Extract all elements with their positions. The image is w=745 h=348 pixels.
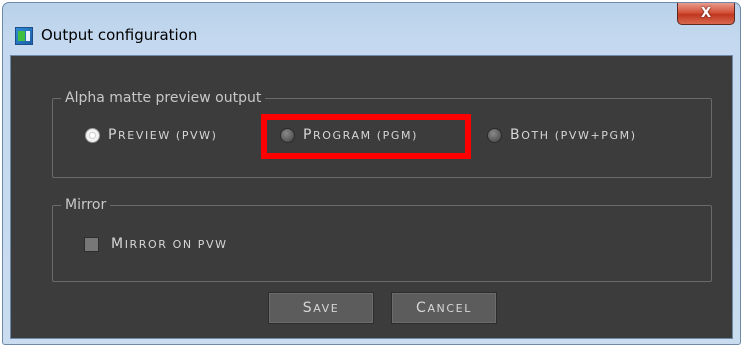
- radio-both[interactable]: Both (PVW+PGM): [487, 127, 637, 143]
- alpha-matte-legend: Alpha matte preview output: [61, 89, 266, 107]
- close-button[interactable]: X: [677, 3, 735, 25]
- save-button-label: Save: [302, 300, 340, 316]
- radio-program-indicator[interactable]: [280, 127, 295, 143]
- radio-preview-pvw[interactable]: Preview (PVW): [85, 127, 218, 143]
- save-button[interactable]: Save: [268, 292, 374, 324]
- radio-program-pgm[interactable]: Program (PGM): [280, 127, 418, 143]
- radio-preview-indicator[interactable]: [85, 127, 100, 143]
- radio-preview-label: Preview (PVW): [108, 127, 218, 143]
- close-icon: X: [700, 6, 712, 21]
- mirror-on-pvw-checkbox[interactable]: Mirror on PVW: [84, 236, 228, 252]
- title-bar[interactable]: Output configuration X: [3, 3, 740, 55]
- cancel-button-label: Cancel: [416, 300, 472, 316]
- cancel-button[interactable]: Cancel: [391, 292, 497, 324]
- mirror-on-pvw-box[interactable]: [84, 236, 99, 252]
- dialog-content: Alpha matte preview output Preview (PVW)…: [10, 55, 733, 339]
- radio-program-label: Program (PGM): [303, 127, 419, 143]
- mirror-on-pvw-label: Mirror on PVW: [111, 236, 228, 252]
- app-icon: [15, 27, 33, 45]
- mirror-group: Mirror Mirror on PVW: [52, 196, 712, 282]
- window-title: Output configuration: [41, 26, 198, 44]
- alpha-matte-group: Alpha matte preview output Preview (PVW)…: [52, 89, 712, 178]
- radio-both-indicator[interactable]: [487, 127, 502, 143]
- output-configuration-dialog: Output configuration X Alpha matte previ…: [2, 2, 741, 345]
- radio-both-label: Both (PVW+PGM): [510, 127, 637, 143]
- mirror-legend: Mirror: [61, 196, 111, 214]
